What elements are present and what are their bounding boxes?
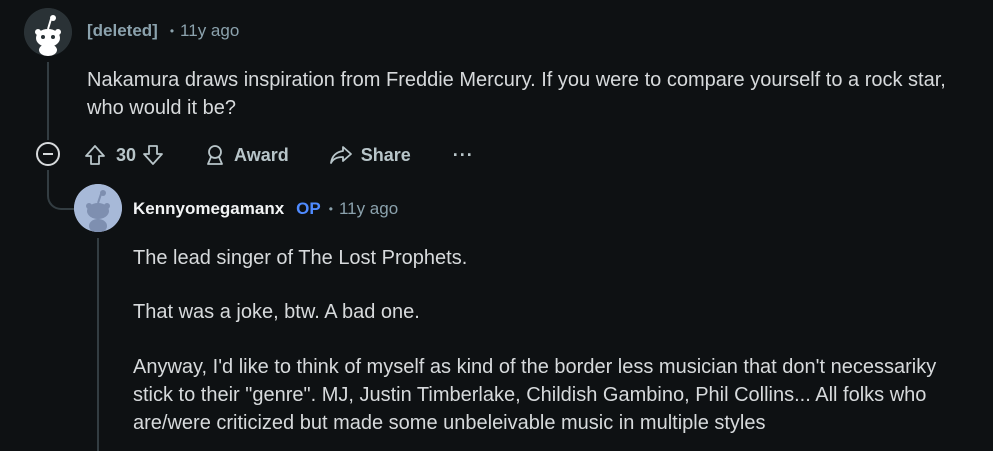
op-user-avatar[interactable] — [74, 184, 122, 232]
share-button[interactable]: Share — [329, 144, 411, 166]
comment-action-bar: 30 Award Share ··· — [84, 140, 474, 170]
thread-line — [47, 62, 49, 140]
award-icon — [207, 145, 223, 165]
reply-paragraph: That was a joke, btw. A bad one. — [133, 301, 420, 323]
collapse-minus-icon[interactable] — [36, 142, 60, 166]
vote-group: 30 — [84, 144, 164, 166]
share-label: Share — [360, 144, 411, 165]
parent-comment-body: Nakamura draws inspiration from Freddie … — [87, 69, 946, 119]
op-badge: OP — [296, 199, 321, 218]
upvote-arrow-icon[interactable] — [84, 144, 106, 166]
deleted-user-avatar — [24, 8, 72, 56]
username[interactable]: Kennyomegamanx — [133, 199, 284, 219]
vote-count: 30 — [116, 144, 137, 165]
reply-meta: Kennyomegamanx OP • 11y ago — [133, 199, 398, 219]
reply-paragraph: Anyway, I'd like to think of myself as k… — [133, 356, 937, 434]
more-dots-icon[interactable]: ··· — [453, 145, 474, 166]
timestamp[interactable]: 11y ago — [339, 199, 398, 219]
downvote-arrow-icon[interactable] — [142, 144, 164, 166]
meta-separator: • — [328, 202, 333, 216]
parent-comment-meta: [deleted] • 11y ago — [87, 21, 239, 41]
timestamp[interactable]: 11y ago — [180, 21, 239, 41]
meta-separator: • — [169, 24, 175, 38]
reply-thread-line[interactable] — [97, 238, 99, 451]
thread-branch-line — [47, 170, 75, 210]
username[interactable]: [deleted] — [87, 21, 158, 41]
reply-paragraph: The lead singer of The Lost Prophets. — [133, 247, 468, 269]
award-label: Award — [234, 144, 289, 165]
award-button[interactable]: Award — [204, 144, 289, 166]
share-icon — [329, 146, 352, 164]
